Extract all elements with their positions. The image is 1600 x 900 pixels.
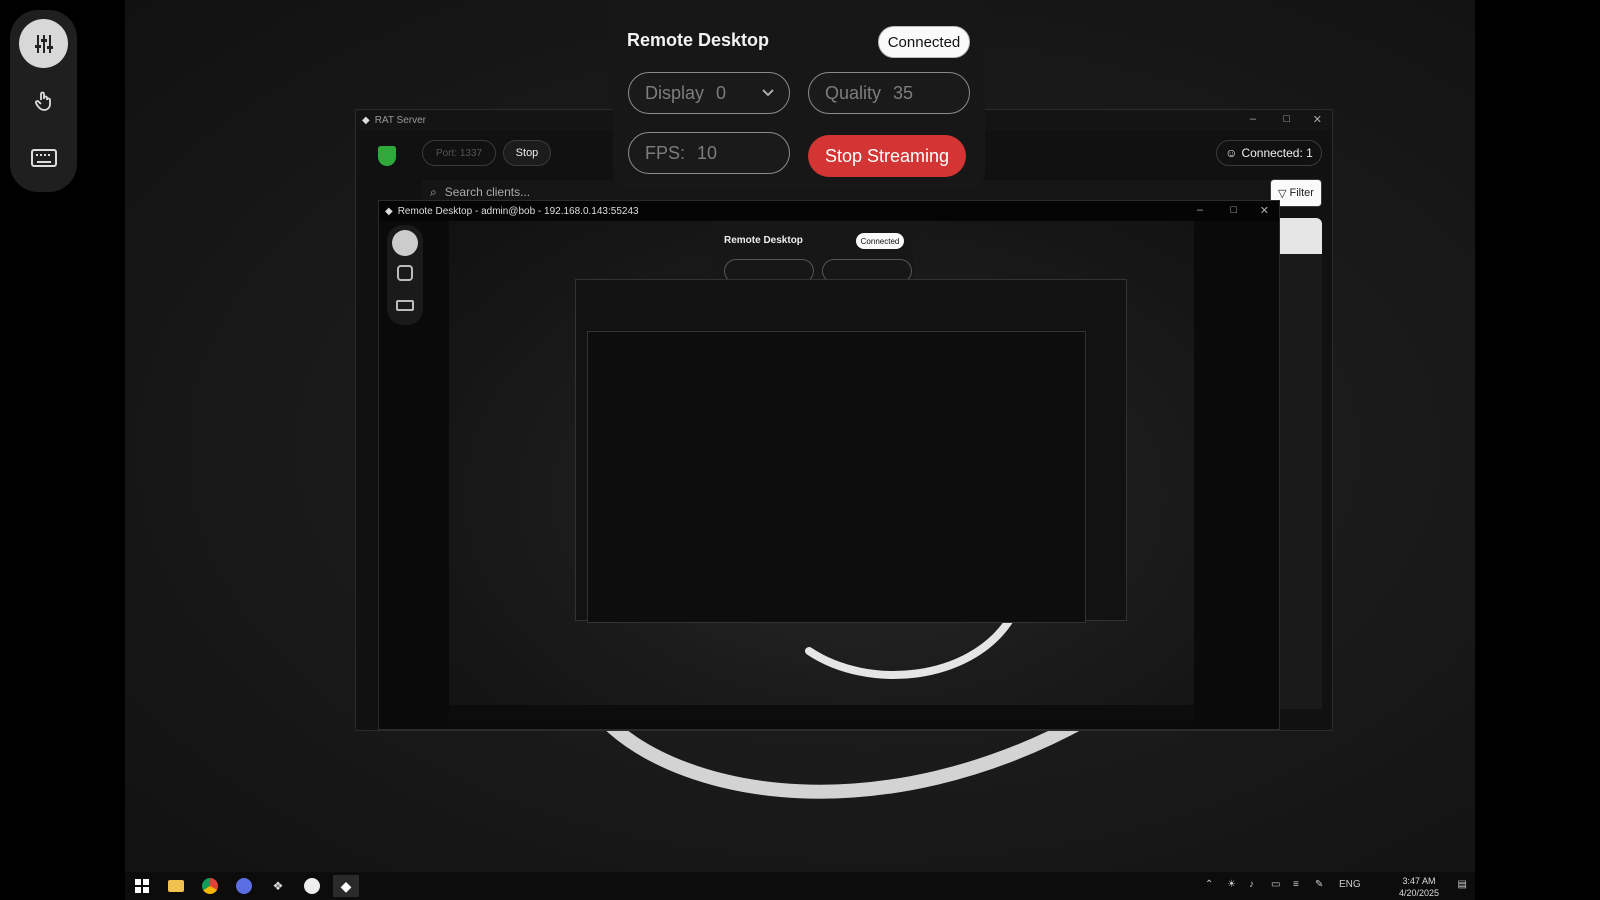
time: 3:47 AM xyxy=(1402,876,1436,886)
start-button[interactable] xyxy=(129,875,155,897)
quality-value: 35 xyxy=(893,82,914,103)
hand-pointer-icon xyxy=(34,91,51,111)
control-dock xyxy=(10,10,77,192)
clock[interactable]: 3:47 AM 4/20/2025 xyxy=(1399,875,1439,899)
server-status-shield-icon xyxy=(378,146,396,166)
folder-icon xyxy=(168,880,184,892)
taskbar: ❖ ◆ ⌃ ☀ ♪ ▭ ≡ ✎ ENG 3:47 AM 4/20/2025 ▤ xyxy=(125,872,1475,900)
app-button[interactable]: ❖ xyxy=(265,875,291,897)
display-select[interactable]: Display 0 xyxy=(628,72,790,114)
fps-value: 10 xyxy=(697,142,718,163)
nested-taskbar xyxy=(449,705,1194,721)
panel-title: Remote Desktop xyxy=(627,30,770,50)
mouse-toggle-button[interactable] xyxy=(19,76,68,125)
notifications-icon[interactable]: ▤ xyxy=(1458,879,1467,890)
stop-streaming-button[interactable]: Stop Streaming xyxy=(808,135,966,177)
pen-icon[interactable]: ✎ xyxy=(1315,879,1323,890)
shield-icon: ◆ xyxy=(362,114,370,126)
filter-label: Filter xyxy=(1289,187,1314,199)
display-label: Display xyxy=(645,82,705,103)
sliders-icon xyxy=(34,34,53,53)
display-value: 0 xyxy=(716,82,727,103)
maximize-icon[interactable]: □ xyxy=(1283,113,1290,125)
keyboard-icon xyxy=(30,148,57,167)
launcher-icon xyxy=(304,878,320,894)
hand-pointer-icon[interactable] xyxy=(397,265,413,281)
windows-icon xyxy=(135,879,149,893)
quality-label: Quality xyxy=(825,82,882,103)
tray-overflow-icon[interactable]: ⌃ xyxy=(1205,879,1213,890)
maximize-icon[interactable]: □ xyxy=(1230,204,1237,216)
status-badge: Connected xyxy=(878,26,970,58)
stop-server-button[interactable]: Stop xyxy=(503,140,551,166)
filter-icon: ▽ xyxy=(1278,187,1287,200)
remote-window-title: Remote Desktop - admin@bob - 192.168.0.1… xyxy=(397,205,639,217)
shield-icon: ◆ xyxy=(340,877,352,894)
nested-status-badge: Connected xyxy=(856,233,904,249)
file-explorer-button[interactable] xyxy=(163,875,189,897)
brightness-icon[interactable]: ☀ xyxy=(1227,879,1236,890)
port-input[interactable]: Port: 1337 xyxy=(422,140,496,166)
battery-icon[interactable]: ▭ xyxy=(1271,879,1280,890)
nested-remote-screen[interactable]: Remote Desktop Connected Stop Streaming xyxy=(449,221,1194,721)
close-icon[interactable]: ✕ xyxy=(1260,204,1269,217)
connected-count-label: Connected: 1 xyxy=(1241,146,1313,160)
remote-desktop-panel: Remote Desktop Connected Display 0 Quali… xyxy=(613,0,985,190)
keyboard-toggle-button[interactable] xyxy=(19,133,68,182)
minimize-icon[interactable]: – xyxy=(1197,204,1203,216)
nested-panel-title: Remote Desktop xyxy=(724,235,803,246)
nested-remote-window xyxy=(587,331,1086,623)
keyboard-icon[interactable] xyxy=(396,300,414,311)
date: 4/20/2025 xyxy=(1398,888,1439,898)
chrome-button[interactable] xyxy=(197,875,223,897)
fps-input[interactable]: FPS: 10 xyxy=(628,132,790,174)
connected-count: ☺ Connected: 1 xyxy=(1216,140,1322,166)
chrome-icon xyxy=(202,878,218,894)
minimize-icon[interactable]: – xyxy=(1250,113,1256,125)
remote-desktop-window[interactable]: ◆ Remote Desktop - admin@bob - 192.168.0… xyxy=(378,200,1280,730)
remote-screen-view[interactable]: ◆ RAT Server – □ ✕ Port: 1337 Stop ☺ Con… xyxy=(125,0,1475,900)
app-icon: ❖ xyxy=(272,879,284,893)
language-indicator[interactable]: ENG xyxy=(1339,879,1361,890)
launcher-button[interactable] xyxy=(299,875,325,897)
window-title: RAT Server xyxy=(374,114,427,126)
chrome-profile-icon xyxy=(236,878,252,894)
search-icon: ⌕ xyxy=(430,184,437,199)
users-icon: ☺ xyxy=(1225,146,1238,160)
search-placeholder: Search clients... xyxy=(444,185,531,199)
settings-toggle-button[interactable] xyxy=(19,19,68,68)
sliders-icon[interactable] xyxy=(392,230,418,256)
network-icon[interactable]: ≡ xyxy=(1293,879,1299,890)
quality-input[interactable]: Quality 35 xyxy=(808,72,970,114)
rat-server-taskbar-button[interactable]: ◆ xyxy=(333,875,359,897)
nested-dock xyxy=(387,225,423,325)
shield-icon: ◆ xyxy=(385,205,393,217)
close-icon[interactable]: ✕ xyxy=(1313,113,1322,126)
chrome-profile-button[interactable] xyxy=(231,875,257,897)
chevron-down-icon xyxy=(762,89,774,97)
remote-desktop-titlebar[interactable]: ◆ Remote Desktop - admin@bob - 192.168.0… xyxy=(379,201,1279,221)
fps-label: FPS: xyxy=(645,142,686,163)
volume-icon[interactable]: ♪ xyxy=(1249,879,1254,890)
